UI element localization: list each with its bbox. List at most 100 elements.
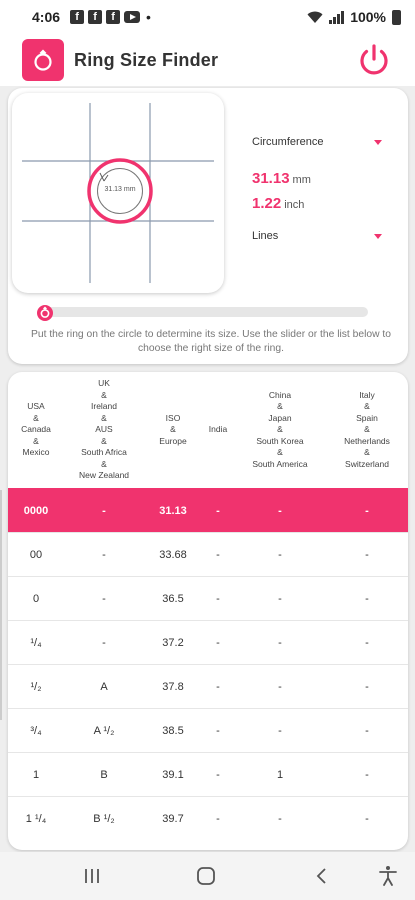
instructions-text: Put the ring on the circle to determine … xyxy=(31,329,391,354)
cell-italy: - xyxy=(365,504,369,517)
value-mm-row: 31.13 mm xyxy=(252,170,382,188)
battery-icon xyxy=(392,9,401,25)
table-row[interactable]: 1 ¹/₄ B ¹/₂ 39.7 - - - xyxy=(8,796,408,840)
measurement-area[interactable]: 31.13 mm xyxy=(12,93,224,293)
unit-inch: inch xyxy=(284,199,305,211)
cell-usa: 00 xyxy=(29,548,43,561)
cell-italy: - xyxy=(365,636,369,649)
cell-uk: A xyxy=(100,680,108,693)
cell-china: - xyxy=(278,812,282,825)
table-row[interactable]: ¹/₂ A 37.8 - - - xyxy=(8,664,408,708)
status-time: 4:06 xyxy=(32,9,61,25)
cell-china: - xyxy=(278,680,282,693)
size-table: USA & Canada & Mexico UK & Ireland & AUS… xyxy=(8,372,408,850)
slider-track[interactable] xyxy=(42,307,368,317)
cell-italy: - xyxy=(365,724,369,737)
cell-usa: 1 xyxy=(32,768,40,781)
cell-usa: 1 ¹/₄ xyxy=(25,812,47,825)
cell-iso: 37.8 xyxy=(162,680,184,693)
guide-dropdown[interactable]: Lines xyxy=(252,226,382,246)
cell-usa: 0000 xyxy=(23,504,49,517)
cell-italy: - xyxy=(365,812,369,825)
cell-china: - xyxy=(278,636,282,649)
recent-apps-icon[interactable] xyxy=(80,864,104,888)
header-iso: ISO & Europe xyxy=(159,412,187,446)
caret-down-icon xyxy=(374,233,382,239)
mode-dropdown[interactable]: Circumference xyxy=(252,132,382,152)
status-left: 4:06 f f f • xyxy=(32,9,151,25)
cell-india: - xyxy=(216,724,220,737)
facebook-icon: f xyxy=(106,10,121,24)
cell-china: - xyxy=(278,504,282,517)
app-title: Ring Size Finder xyxy=(74,49,219,70)
accessibility-icon[interactable] xyxy=(376,864,400,888)
cell-uk: - xyxy=(102,592,106,605)
cell-italy: - xyxy=(365,592,369,605)
youtube-icon xyxy=(124,11,141,23)
table-row[interactable]: ¹/₄ - 37.2 - - - xyxy=(8,620,408,664)
table-row[interactable]: 0 - 36.5 - - - xyxy=(8,576,408,620)
cell-usa: ³/₄ xyxy=(30,724,42,737)
more-notifications-icon: • xyxy=(146,9,151,25)
table-row[interactable]: 1 B 39.1 - 1 - xyxy=(8,752,408,796)
table-body: 0000 - 31.13 - - - 00 - 33.68 - - - 0 - 36.5 - - - ¹/₄ - 37.… xyxy=(8,488,408,840)
cell-uk: - xyxy=(102,636,106,649)
cell-china: 1 xyxy=(276,768,284,781)
size-slider[interactable] xyxy=(34,301,368,323)
status-bar: 4:06 f f f • 100% xyxy=(0,0,415,34)
signal-icon xyxy=(329,10,345,24)
cell-italy: - xyxy=(365,768,369,781)
power-icon[interactable] xyxy=(355,41,393,79)
table-row[interactable]: 00 - 33.68 - - - xyxy=(8,532,408,576)
cell-china: - xyxy=(278,548,282,561)
header-italy: Italy & Spain & Netherlands & Switzerlan… xyxy=(344,389,390,469)
cell-uk: B xyxy=(100,768,108,781)
status-right: 100% xyxy=(307,9,401,25)
home-icon[interactable] xyxy=(194,864,218,888)
wifi-icon xyxy=(307,11,323,23)
value-inch-row: 1.22 inch xyxy=(252,195,382,213)
cell-india: - xyxy=(216,636,220,649)
cell-uk: - xyxy=(102,504,106,517)
side-controls: Circumference 31.13 mm 1.22 inch Lines xyxy=(252,132,382,246)
cell-italy: - xyxy=(365,548,369,561)
cell-iso: 38.5 xyxy=(162,724,184,737)
scroll-edge-indicator xyxy=(0,490,2,720)
cell-uk: B ¹/₂ xyxy=(93,812,115,825)
cell-iso: 31.13 xyxy=(159,504,187,517)
facebook-icon: f xyxy=(88,10,103,24)
cell-china: - xyxy=(278,724,282,737)
header-china: China & Japan & South Korea & South Amer… xyxy=(252,389,308,469)
cell-usa: ¹/₄ xyxy=(30,636,42,649)
cell-india: - xyxy=(216,768,220,781)
cell-india: - xyxy=(216,812,220,825)
cell-india: - xyxy=(216,680,220,693)
cell-china: - xyxy=(278,592,282,605)
cell-iso: 37.2 xyxy=(162,636,184,649)
measurement-card: 31.13 mm Circumference 31.13 mm 1.22 inch … xyxy=(8,88,408,364)
header-india: India xyxy=(208,424,228,435)
battery-percent: 100% xyxy=(350,9,386,25)
cell-iso: 33.68 xyxy=(159,548,187,561)
cell-india: - xyxy=(216,548,220,561)
value-inch: 1.22 xyxy=(252,195,282,212)
circle-diameter-label: 31.13 mm xyxy=(104,186,136,193)
value-mm: 31.13 xyxy=(252,170,290,187)
cell-usa: 0 xyxy=(32,592,40,605)
cell-uk: A ¹/₂ xyxy=(93,724,115,737)
system-nav-bar xyxy=(0,852,415,900)
ring-slider-thumb-icon[interactable] xyxy=(34,301,56,323)
table-row-selected[interactable]: 0000 - 31.13 - - - xyxy=(8,488,408,532)
cell-india: - xyxy=(216,592,220,605)
cell-india: - xyxy=(216,504,220,517)
cell-iso: 36.5 xyxy=(162,592,184,605)
ring-circle[interactable] xyxy=(12,93,224,293)
table-row[interactable]: ³/₄ A ¹/₂ 38.5 - - - xyxy=(8,708,408,752)
app-bar: Ring Size Finder xyxy=(0,34,415,86)
ring-logo-icon xyxy=(22,39,64,81)
back-icon[interactable] xyxy=(310,864,334,888)
cell-uk: - xyxy=(102,548,106,561)
header-usa: USA & Canada & Mexico xyxy=(21,401,51,458)
cell-italy: - xyxy=(365,680,369,693)
unit-mm: mm xyxy=(292,174,311,186)
